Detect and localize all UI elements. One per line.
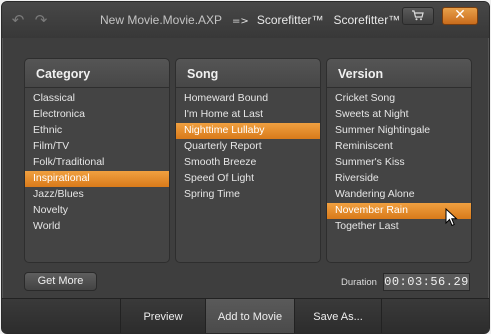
version-header: Version	[327, 59, 471, 88]
duration-label: Duration	[341, 277, 377, 288]
song-item[interactable]: Spring Time	[176, 187, 320, 203]
song-item[interactable]: I'm Home at Last	[176, 107, 320, 123]
save-as-button[interactable]: Save As...	[294, 299, 382, 333]
version-item[interactable]: Wandering Alone	[327, 187, 471, 203]
undo-icon[interactable]: ↶	[10, 12, 26, 28]
project-name: New Movie.Movie.AXP	[100, 13, 223, 27]
category-panel: Category Classical Electronica Ethnic Film/…	[24, 58, 170, 263]
song-header: Song	[176, 59, 320, 88]
song-list: Homeward Bound I'm Home at Last Nighttime …	[176, 91, 320, 203]
song-item[interactable]: Quarterly Report	[176, 139, 320, 155]
song-item[interactable]: Nighttime Lullaby	[176, 123, 320, 139]
song-item[interactable]: Speed Of Light	[176, 171, 320, 187]
separator-arrow: =>	[232, 16, 249, 27]
version-item[interactable]: Summer's Kiss	[327, 155, 471, 171]
category-item[interactable]: Folk/Traditional	[25, 155, 169, 171]
product-name-2: Scorefitter™	[333, 13, 401, 27]
close-icon: ✕	[454, 7, 466, 23]
redo-icon[interactable]: ↷	[33, 12, 49, 28]
category-item[interactable]: Film/TV	[25, 139, 169, 155]
close-button[interactable]: ✕	[442, 7, 478, 25]
song-panel: Song Homeward Bound I'm Home at Last Night…	[175, 58, 321, 263]
version-item[interactable]: Riverside	[327, 171, 471, 187]
duration-value: 00:03:56.29	[383, 273, 470, 291]
mouse-cursor-icon	[445, 208, 458, 227]
category-item[interactable]: Classical	[25, 91, 169, 107]
footer-toolbar: Preview Add to Movie Save As...	[2, 298, 489, 333]
song-item[interactable]: Smooth Breeze	[176, 155, 320, 171]
cart-icon	[412, 10, 424, 21]
category-item[interactable]: Jazz/Blues	[25, 187, 169, 203]
category-item[interactable]: Inspirational	[25, 171, 169, 187]
scorefitter-window: ↶ ↷ New Movie.Movie.AXP => Scorefitter™ Sco…	[1, 1, 490, 334]
category-item[interactable]: Electronica	[25, 107, 169, 123]
category-item[interactable]: Ethnic	[25, 123, 169, 139]
add-to-movie-button[interactable]: Add to Movie	[205, 299, 294, 333]
version-item[interactable]: Reminiscent	[327, 139, 471, 155]
product-name: Scorefitter™	[256, 13, 324, 27]
titlebar: ↶ ↷ New Movie.Movie.AXP => Scorefitter™ Sco…	[2, 2, 489, 38]
cart-button[interactable]	[402, 7, 434, 25]
category-list: Classical Electronica Ethnic Film/TV Folk/Tr…	[25, 91, 169, 235]
category-header: Category	[25, 59, 169, 88]
version-item[interactable]: Sweets at Night	[327, 107, 471, 123]
window-title: New Movie.Movie.AXP => Scorefitter™ Scorefi…	[100, 13, 400, 27]
version-item[interactable]: Summer Nightingale	[327, 123, 471, 139]
get-more-button[interactable]: Get More	[24, 272, 97, 291]
version-panel: Version Cricket Song Sweets at Night Summe…	[326, 58, 472, 263]
song-item[interactable]: Homeward Bound	[176, 91, 320, 107]
version-item[interactable]: Cricket Song	[327, 91, 471, 107]
category-item[interactable]: World	[25, 219, 169, 235]
preview-button[interactable]: Preview	[120, 299, 205, 333]
category-item[interactable]: Novelty	[25, 203, 169, 219]
